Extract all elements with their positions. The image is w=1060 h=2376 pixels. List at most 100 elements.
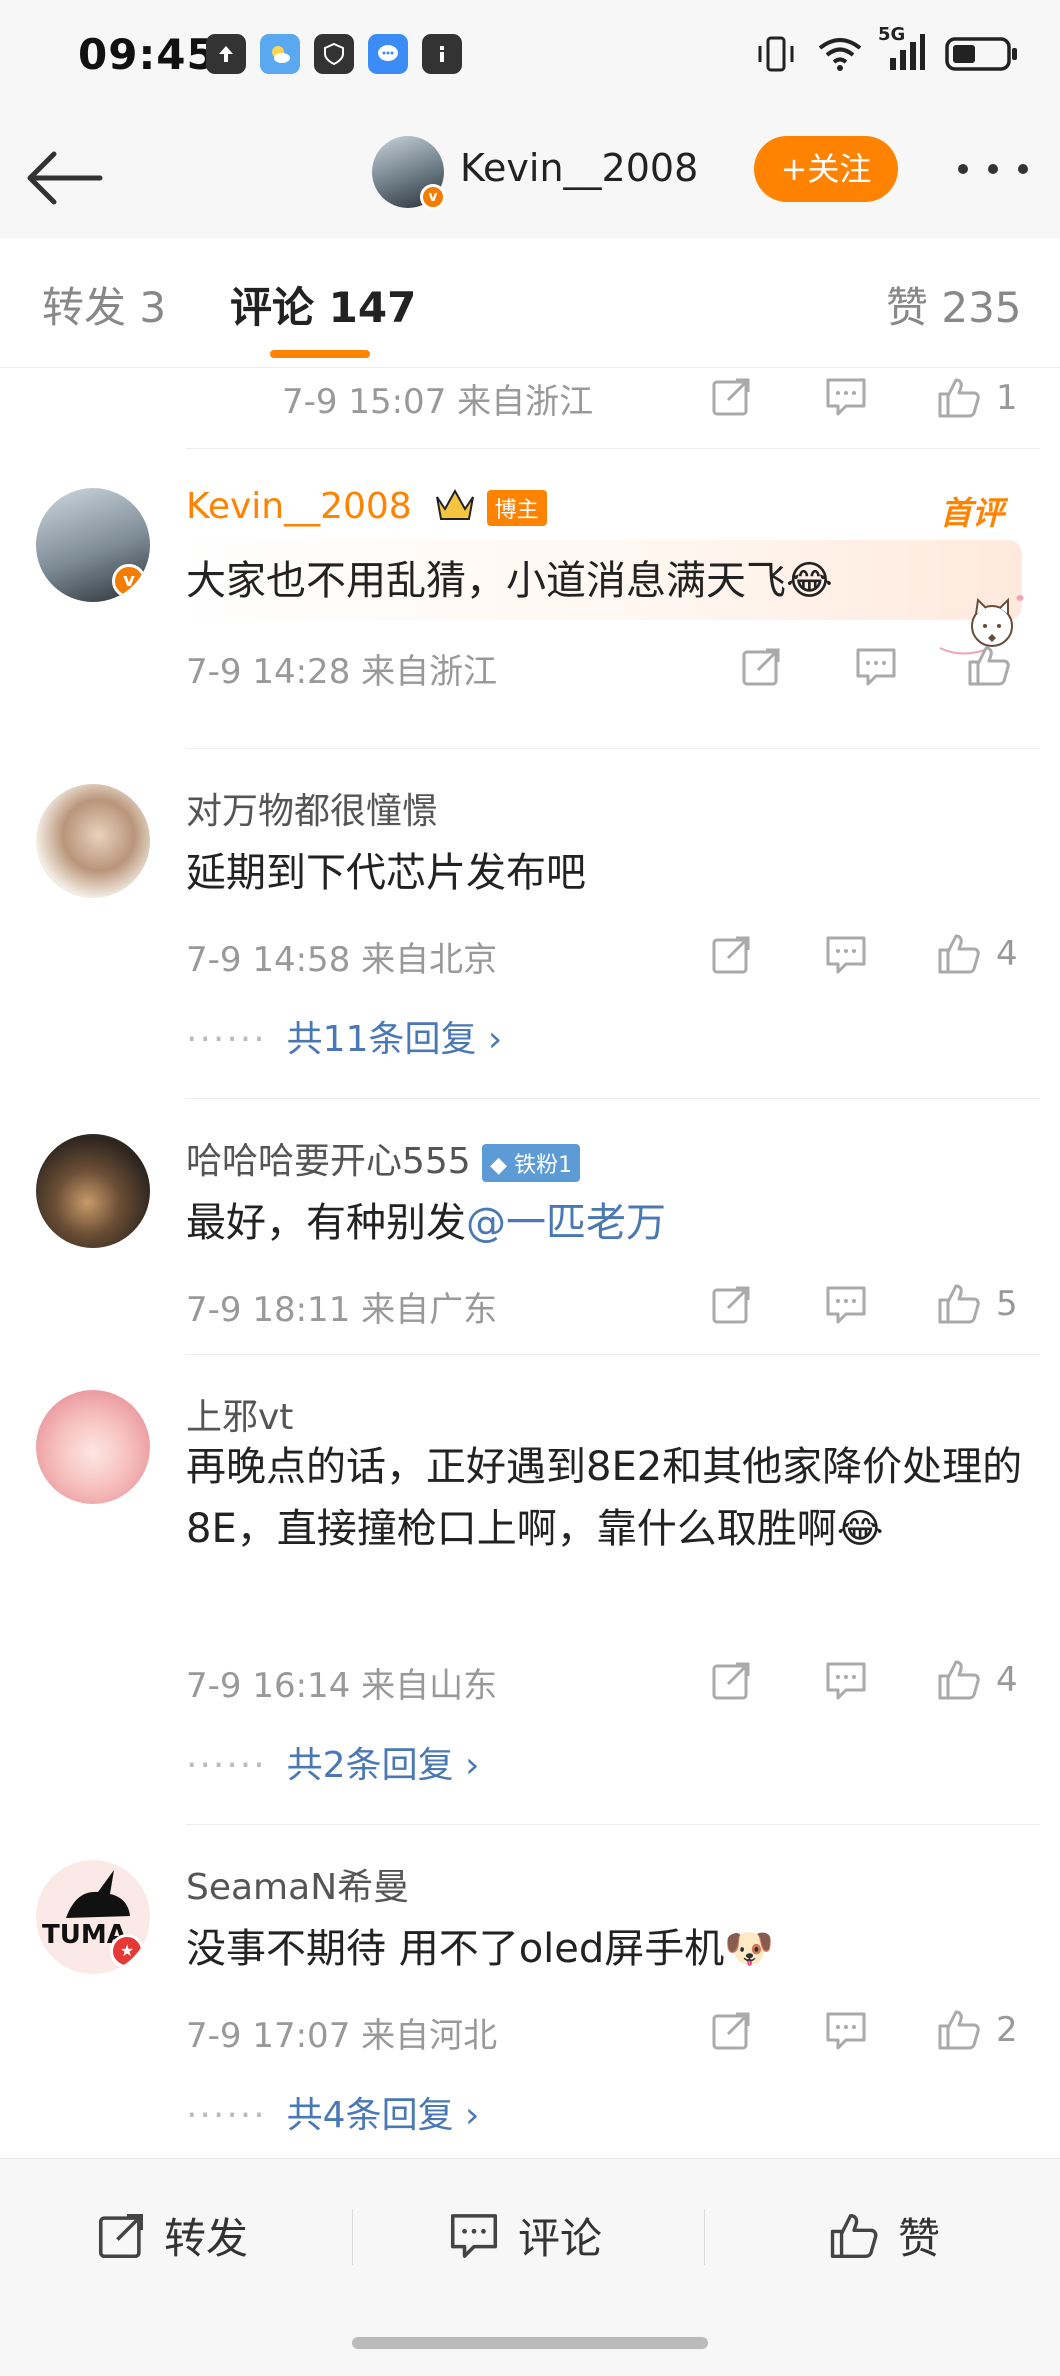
share-button[interactable] (710, 1284, 752, 1326)
bottom-like-button[interactable]: 赞 (828, 2205, 940, 2266)
reply-dots: ······ (186, 1019, 267, 1060)
first-comment-tag: 首评 (940, 494, 1005, 532)
host-badge: 博主 (486, 490, 547, 526)
reply-button[interactable] (824, 1660, 868, 1702)
hand-shield-icon (314, 34, 354, 74)
cellular-signal: 5G (878, 24, 926, 76)
comment-icon (826, 1286, 866, 1324)
commenter-avatar[interactable] (36, 1390, 150, 1504)
commenter-name[interactable]: 哈哈哈要开心555 ◆ 铁粉1 (186, 1132, 581, 1184)
share-button[interactable] (710, 934, 752, 976)
tab-likes[interactable]: 赞 235 (886, 274, 1022, 335)
network-type-label: 5G (878, 24, 906, 45)
view-replies-text: 共2条回复 › (286, 1745, 480, 1786)
bottom-separator (704, 2209, 705, 2265)
comment-list[interactable]: 7-9 15:07 来自浙江 1 v Kevin__2008 博主 首评 大家也… (0, 368, 1060, 2158)
follow-button[interactable]: +关注 (754, 136, 898, 202)
tab-bar: 转发 3 评论 147 赞 235 (0, 238, 1060, 368)
commenter-avatar[interactable]: v (36, 488, 150, 602)
more-options-button[interactable] (958, 144, 1028, 194)
system-indicators: 5G (754, 24, 1020, 76)
bottom-comment-label: 评论 (518, 2214, 603, 2263)
vibrate-icon (758, 36, 794, 72)
like-button[interactable]: 4 (936, 1658, 1018, 1702)
fan-badge-label: 铁粉1 (514, 1153, 573, 1178)
like-button[interactable]: 4 (936, 932, 1018, 976)
reply-button[interactable] (854, 646, 898, 688)
like-button[interactable] (966, 644, 1012, 688)
commenter-name[interactable]: 对万物都很憧憬 (186, 782, 438, 834)
comment-meta: 7-9 17:07 来自河北 (186, 2016, 498, 2056)
reply-button[interactable] (824, 376, 868, 418)
view-replies-text: 共4条回复 › (286, 2095, 480, 2136)
bottom-comment-button[interactable]: 评论 (448, 2205, 602, 2266)
comment-text: 最好，有种别发@一匹老万 (186, 1192, 1026, 1254)
wifi-icon (818, 38, 862, 71)
crown-icon (435, 487, 475, 530)
comment-meta: 7-9 18:11 来自广东 (186, 1290, 498, 1330)
status-bar: 09:45 5G (0, 0, 1060, 116)
upload-icon (206, 34, 246, 74)
reply-button[interactable] (824, 2010, 868, 2052)
comment-text: 延期到下代芯片发布吧 (186, 850, 586, 896)
bottom-repost-button[interactable]: 转发 (96, 2205, 248, 2266)
thumbs-up-icon (938, 2010, 980, 2050)
comment-icon (826, 1662, 866, 1700)
message-app-icon (368, 34, 408, 74)
view-replies-link[interactable]: ······ 共4条回复 › (186, 2086, 479, 2138)
commenter-name[interactable]: SeamaN希曼 (186, 1858, 409, 1910)
thumbs-up-icon (830, 2213, 878, 2258)
comment-item: TUMA ★ SeamaN希曼 没事不期待 用不了oled屏手机🐶 7-9 17… (0, 1824, 1060, 2154)
view-replies-link[interactable]: ······ 共11条回复 › (186, 1010, 502, 1062)
share-button[interactable] (740, 646, 782, 688)
commenter-avatar[interactable] (36, 1134, 150, 1248)
tab-reposts[interactable]: 转发 3 (42, 274, 166, 335)
header-username[interactable]: Kevin__2008 (460, 146, 698, 190)
reply-button[interactable] (824, 934, 868, 976)
comment-text-body: 最好，有种别发 (186, 1200, 466, 1246)
reply-button[interactable] (824, 1284, 868, 1326)
battery-icon (945, 37, 1017, 71)
like-count: 4 (996, 1660, 1018, 1700)
share-icon (98, 2213, 144, 2258)
like-button[interactable]: 2 (936, 2008, 1018, 2052)
bottom-action-bar: 转发 评论 赞 (0, 2158, 1060, 2376)
tab-comments[interactable]: 评论 147 (230, 274, 416, 335)
comment-text: 再晚点的话，正好遇到8E2和其他家降价处理的8E，直接撞枪口上啊，靠什么取胜啊😂 (186, 1444, 1023, 1552)
back-button[interactable] (24, 138, 104, 218)
share-button[interactable] (710, 2010, 752, 2052)
like-button[interactable]: 5 (936, 1282, 1018, 1326)
home-indicator[interactable] (352, 2337, 708, 2349)
share-button[interactable] (710, 1660, 752, 1702)
rabbit-logo-icon (66, 1870, 130, 1918)
share-icon (712, 2012, 750, 2050)
commenter-name-text: Kevin__2008 (186, 486, 412, 527)
comment-meta: 7-9 14:28 来自浙江 (186, 652, 498, 692)
share-button[interactable] (710, 376, 752, 418)
thumbs-up-icon (938, 378, 980, 418)
view-replies-link[interactable]: ······ 共2条回复 › (186, 1736, 479, 1788)
active-tab-indicator (270, 350, 370, 358)
fan-badge: ◆ 铁粉1 (482, 1144, 581, 1182)
commenter-name[interactable]: Kevin__2008 博主 (186, 486, 547, 530)
commenter-name[interactable]: 上邪vt (186, 1388, 293, 1440)
comment-icon (856, 648, 896, 686)
bottom-like-label: 赞 (898, 2214, 941, 2263)
share-icon (712, 936, 750, 974)
bottom-repost-label: 转发 (164, 2214, 249, 2263)
comment-item: 上邪vt 再晚点的话，正好遇到8E2和其他家降价处理的8E，直接撞枪口上啊，靠什… (0, 1354, 1060, 1824)
share-icon (712, 378, 750, 416)
comment-text: 没事不期待 用不了oled屏手机🐶 (186, 1926, 775, 1972)
comment-meta: 7-9 14:58 来自北京 (186, 940, 498, 980)
user-mention-link[interactable]: @一匹老万 (466, 1200, 666, 1246)
back-arrow-icon (27, 151, 103, 205)
header-avatar[interactable]: v (372, 136, 446, 210)
commenter-avatar[interactable] (36, 784, 150, 898)
like-button[interactable]: 1 (936, 376, 1018, 420)
share-icon (712, 1286, 750, 1324)
comment-meta: 7-9 16:14 来自山东 (186, 1666, 498, 1706)
star-badge-icon: ★ (110, 1934, 144, 1968)
commenter-avatar[interactable]: TUMA ★ (36, 1860, 150, 1974)
comment-item: v Kevin__2008 博主 首评 大家也不用乱猜，小道消息满天飞😂 7-9… (0, 448, 1060, 748)
status-time: 09:45 (78, 30, 217, 79)
